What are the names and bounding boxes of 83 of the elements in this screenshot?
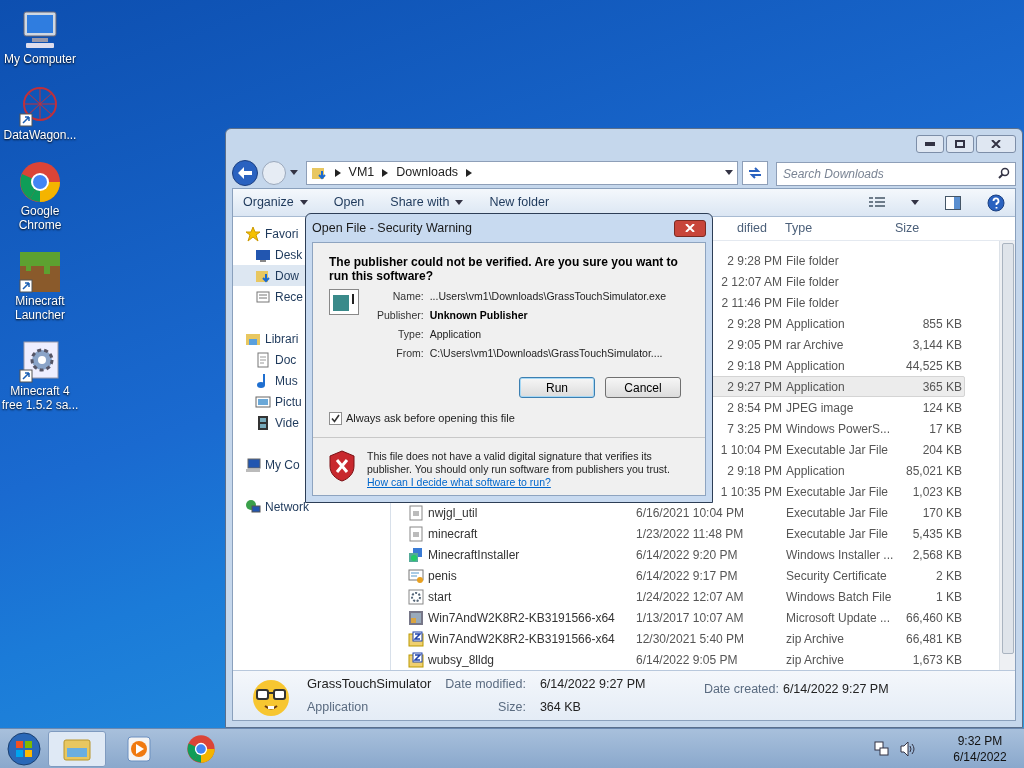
field-value: Unknown Publisher <box>429 308 529 323</box>
field-value: Application <box>429 327 483 342</box>
detail-label: Date modified: <box>445 675 526 693</box>
type-cell-text: Application <box>785 357 846 375</box>
detail-label: Date created: <box>703 681 779 698</box>
detail-value: 6/14/2022 9:27 PM <box>539 675 647 693</box>
file-name: start <box>428 588 452 606</box>
size-cell-text: 1,023 KB <box>911 483 962 501</box>
file-name: Win7AndW2K8R2-KB3191566-x64 <box>428 609 615 627</box>
type-cell-text: rar Archive <box>785 336 845 354</box>
file-type: Application <box>307 698 370 716</box>
size-cell-text: 2,568 KB <box>911 546 962 564</box>
date-cell-text: 2 12:07 AM <box>721 273 782 291</box>
date-cell-text: 6/14/2022 9:17 PM <box>636 567 738 585</box>
date-cell-text: 6/16/2021 10:04 PM <box>636 504 745 522</box>
type-cell-text: Application <box>785 462 846 480</box>
type-cell-text: Windows PowerS... <box>785 420 890 438</box>
date-cell-text: 2 9:28 PM <box>727 315 782 333</box>
type-cell-text: Application <box>785 378 846 396</box>
type-cell-text: File folder <box>785 273 840 291</box>
type-cell-text: Windows Batch File <box>785 588 890 606</box>
size-cell-text: 44,525 KB <box>904 357 962 375</box>
size-cell-text: 1,673 KB <box>911 651 962 669</box>
date-cell-text: 2 9:05 PM <box>727 336 782 354</box>
date-cell-text: 2 9:28 PM <box>727 252 782 270</box>
type-cell-text: zip Archive <box>785 630 846 648</box>
date-cell-text: 7 3:25 PM <box>727 420 782 438</box>
dialog-title: Open File - Security Warning <box>312 219 472 237</box>
file-name: wubsy_8lldg <box>428 651 495 669</box>
file-name: nwjgl_util <box>428 504 478 522</box>
type-cell-text: Security Certificate <box>785 567 888 585</box>
date-cell-text: 1/24/2022 12:07 AM <box>636 588 744 606</box>
field-label: Type: <box>397 327 424 342</box>
type-cell-text: Microsoft Update ... <box>785 609 890 627</box>
type-cell-text: Executable Jar File <box>785 441 890 459</box>
date-cell-text: 6/14/2022 9:05 PM <box>636 651 738 669</box>
date-cell-text: 2 9:27 PM <box>727 378 782 396</box>
size-cell-text: 204 KB <box>921 441 962 459</box>
date-cell-text: 1/23/2022 11:48 PM <box>636 525 744 543</box>
size-cell-text: 17 KB <box>928 420 962 438</box>
file-name: penis <box>428 567 457 585</box>
date-cell-text: 1 10:35 PM <box>720 483 782 501</box>
date-cell-text: 2 11:46 PM <box>721 294 782 312</box>
type-cell-text: Application <box>785 315 846 333</box>
type-cell-text: Executable Jar File <box>785 525 890 543</box>
field-value: ...Users\vm1\Downloads\GrassTouchSimulator.exe <box>429 289 667 304</box>
file-name: GrassTouchSimulator <box>307 675 432 694</box>
size-cell-text: 1 KB <box>935 588 962 606</box>
type-cell-text: File folder <box>785 252 840 270</box>
type-cell-text: File folder <box>785 294 840 312</box>
size-cell-text: 66,460 KB <box>904 609 962 627</box>
file-name: MinecraftInstaller <box>428 546 520 564</box>
size-cell-text: 365 KB <box>921 378 962 396</box>
size-cell-text: 66,481 KB <box>904 630 962 648</box>
date-cell-text: 2 9:18 PM <box>727 462 782 480</box>
detail-value: 364 KB <box>539 698 582 716</box>
type-cell-text: Executable Jar File <box>785 483 890 501</box>
field-label: Publisher: <box>376 308 424 323</box>
size-cell-text: 170 KB <box>921 504 962 522</box>
date-cell-text: 1/13/2017 10:07 AM <box>636 609 744 627</box>
field-value: C:\Users\vm1\Downloads\GrassTouchSimulator.... <box>429 346 664 361</box>
size-cell-text: 85,021 KB <box>904 462 962 480</box>
date-cell-text: 2 8:54 PM <box>727 399 782 417</box>
size-cell-text: 124 KB <box>921 399 962 417</box>
dialog-heading: The publisher could not be verified. Are you sure you want to run this software? <box>329 255 679 283</box>
date-cell-text: 1 10:04 PM <box>720 441 782 459</box>
size-cell-text: 3,144 KB <box>911 336 962 354</box>
detail-label: Size: <box>498 698 526 716</box>
date-cell-text: 6/14/2022 9:20 PM <box>636 546 738 564</box>
date-cell-text: 2 9:18 PM <box>727 357 782 375</box>
date-cell-text: 12/30/2021 5:40 PM <box>636 630 745 648</box>
type-cell-text: Executable Jar File <box>785 504 890 522</box>
detail-value: 6/14/2022 9:27 PM <box>782 681 889 698</box>
field-label: From: <box>395 346 424 361</box>
file-name: Win7AndW2K8R2-KB3191566-x64 <box>428 630 615 648</box>
size-cell-text: 2 KB <box>935 567 962 585</box>
file-name: minecraft <box>428 525 478 543</box>
type-cell-text: JPEG image <box>785 399 855 417</box>
size-cell-text: 5,435 KB <box>911 525 962 543</box>
field-label: Name: <box>391 289 424 304</box>
type-cell-text: zip Archive <box>785 651 846 669</box>
warning-text: This file does not have a valid digital signature that verifies its publisher. You should only run software from publishers you trust. <box>367 449 671 476</box>
size-cell-text: 855 KB <box>921 315 962 333</box>
